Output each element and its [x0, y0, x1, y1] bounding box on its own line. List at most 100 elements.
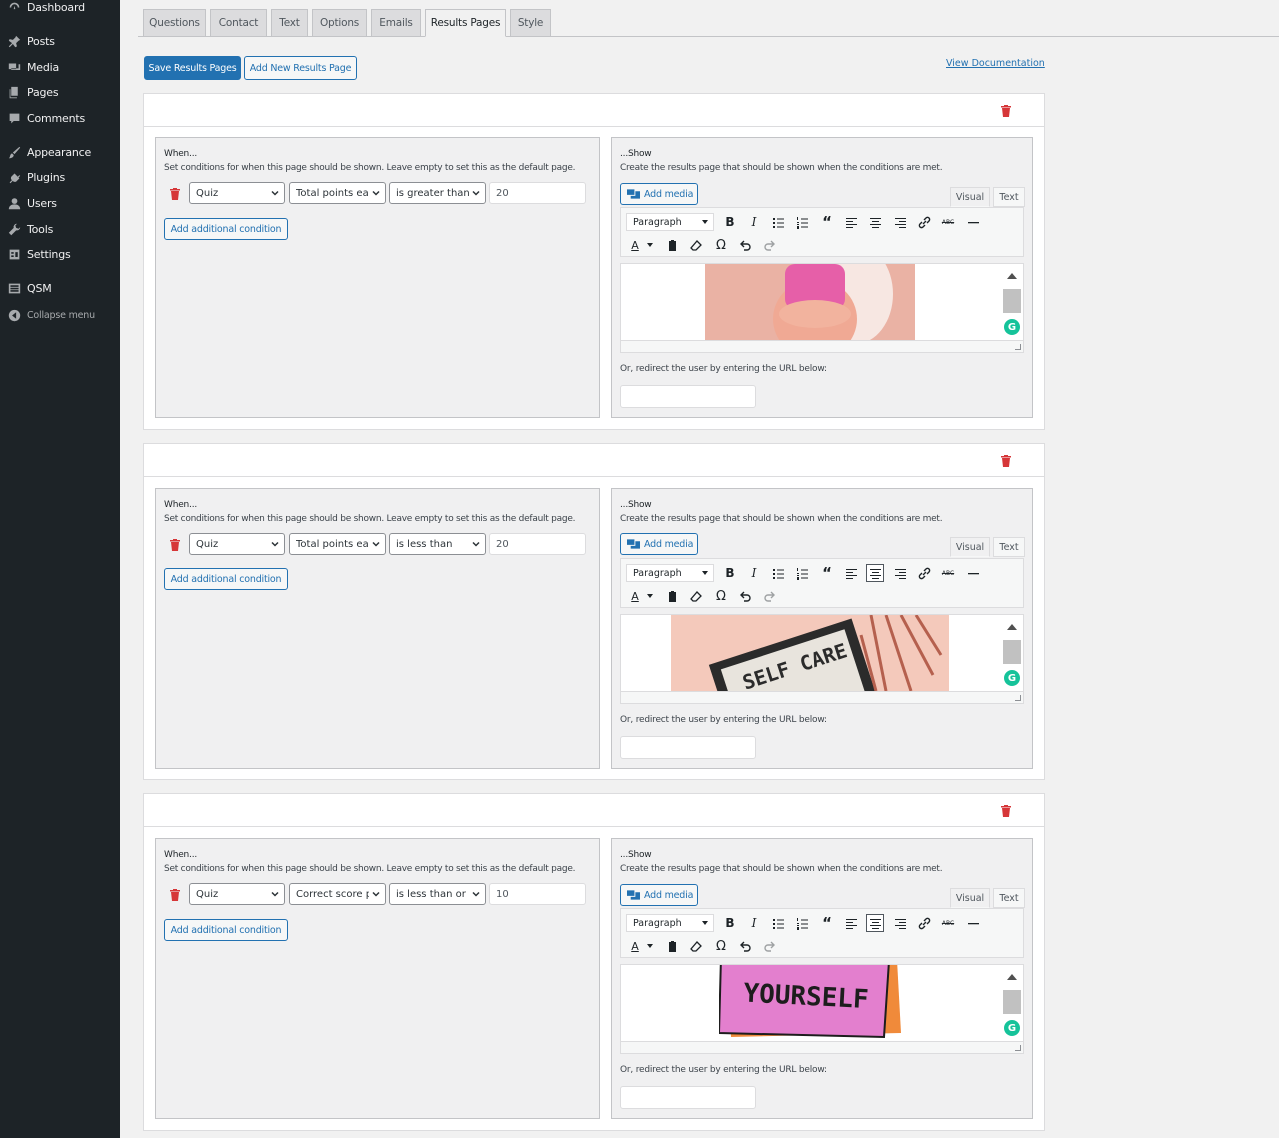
- chevron-down-icon[interactable]: [641, 236, 659, 254]
- redo-icon[interactable]: [760, 587, 778, 605]
- format-select[interactable]: Paragraph: [626, 213, 714, 231]
- align-right-icon[interactable]: [891, 564, 909, 582]
- numbered-list-icon[interactable]: [793, 914, 811, 932]
- bullet-list-icon[interactable]: [769, 213, 787, 231]
- condition-scope-select[interactable]: Quiz: [189, 883, 285, 905]
- align-right-icon[interactable]: [891, 213, 909, 231]
- add-condition-button[interactable]: Add additional condition: [164, 919, 288, 941]
- scroll-thumb[interactable]: [1003, 990, 1021, 1014]
- redo-icon[interactable]: [760, 236, 778, 254]
- quote-icon[interactable]: “: [818, 213, 836, 231]
- menu-pages[interactable]: Pages: [0, 81, 120, 103]
- visual-tab[interactable]: Visual: [950, 537, 990, 557]
- grammarly-icon[interactable]: G: [1004, 670, 1020, 686]
- condition-metric-select[interactable]: Total points earned: [289, 533, 386, 555]
- menu-plugins[interactable]: Plugins: [0, 166, 120, 188]
- undo-icon[interactable]: [736, 937, 754, 955]
- special-character-icon[interactable]: Ω: [712, 587, 730, 605]
- italic-icon[interactable]: I: [745, 914, 763, 932]
- link-icon[interactable]: [915, 564, 933, 582]
- format-select[interactable]: Paragraph: [626, 564, 714, 582]
- condition-scope-select[interactable]: Quiz: [189, 182, 285, 204]
- italic-icon[interactable]: I: [745, 213, 763, 231]
- format-select[interactable]: Paragraph: [626, 914, 714, 932]
- delete-condition-icon[interactable]: [170, 188, 180, 200]
- menu-media[interactable]: Media: [0, 56, 120, 78]
- save-results-pages-button[interactable]: Save Results Pages: [144, 56, 241, 80]
- chevron-down-icon[interactable]: [641, 587, 659, 605]
- italic-icon[interactable]: I: [745, 564, 763, 582]
- undo-icon[interactable]: [736, 236, 754, 254]
- collapse-menu-button[interactable]: Collapse menu: [0, 304, 120, 326]
- condition-metric-select[interactable]: Total points earned: [289, 182, 386, 204]
- bold-icon[interactable]: B: [721, 213, 739, 231]
- align-left-icon[interactable]: [842, 564, 860, 582]
- resize-handle-icon[interactable]: [1015, 1045, 1021, 1051]
- condition-value-input[interactable]: 20: [489, 182, 586, 204]
- paste-text-icon[interactable]: [663, 587, 681, 605]
- link-icon[interactable]: [915, 914, 933, 932]
- menu-users[interactable]: Users: [0, 192, 120, 214]
- align-center-icon[interactable]: [866, 213, 884, 231]
- bullet-list-icon[interactable]: [769, 564, 787, 582]
- menu-comments[interactable]: Comments: [0, 107, 120, 129]
- visual-tab[interactable]: Visual: [950, 187, 990, 207]
- visual-tab[interactable]: Visual: [950, 888, 990, 908]
- strikethrough-icon[interactable]: ABC: [939, 564, 957, 582]
- link-icon[interactable]: [915, 213, 933, 231]
- condition-metric-select[interactable]: Correct score percentage: [289, 883, 386, 905]
- tab-options[interactable]: Options: [312, 9, 367, 37]
- add-new-results-page-button[interactable]: Add New Results Page: [244, 56, 357, 80]
- delete-page-icon[interactable]: [1001, 805, 1011, 817]
- tab-style[interactable]: Style: [510, 9, 551, 37]
- special-character-icon[interactable]: Ω: [712, 236, 730, 254]
- tab-questions[interactable]: Questions: [143, 9, 206, 37]
- scroll-thumb[interactable]: [1003, 640, 1021, 664]
- add-condition-button[interactable]: Add additional condition: [164, 218, 288, 240]
- resize-handle-icon[interactable]: [1015, 695, 1021, 701]
- horizontal-rule-icon[interactable]: [964, 213, 982, 231]
- add-media-button[interactable]: Add media: [620, 884, 698, 906]
- view-documentation-link[interactable]: View Documentation: [946, 58, 1045, 69]
- chevron-down-icon[interactable]: [641, 937, 659, 955]
- condition-operator-select[interactable]: is greater than: [389, 182, 486, 204]
- tab-text[interactable]: Text: [271, 9, 308, 37]
- condition-operator-select[interactable]: is less than or equal to: [389, 883, 486, 905]
- numbered-list-icon[interactable]: [793, 213, 811, 231]
- condition-operator-select[interactable]: is less than: [389, 533, 486, 555]
- menu-dashboard[interactable]: Dashboard: [0, 0, 120, 18]
- content-editor[interactable]: SELF CARE G: [620, 614, 1024, 704]
- delete-page-icon[interactable]: [1001, 455, 1011, 467]
- condition-scope-select[interactable]: Quiz: [189, 533, 285, 555]
- menu-posts[interactable]: Posts: [0, 30, 120, 52]
- strikethrough-icon[interactable]: ABC: [939, 914, 957, 932]
- delete-page-icon[interactable]: [1001, 105, 1011, 117]
- grammarly-icon[interactable]: G: [1004, 319, 1020, 335]
- menu-appearance[interactable]: Appearance: [0, 141, 120, 163]
- align-center-icon[interactable]: [866, 914, 884, 932]
- text-tab[interactable]: Text: [993, 888, 1025, 908]
- condition-value-input[interactable]: 20: [489, 533, 586, 555]
- tab-contact[interactable]: Contact: [210, 9, 267, 37]
- delete-condition-icon[interactable]: [170, 539, 180, 551]
- add-media-button[interactable]: Add media: [620, 533, 698, 555]
- tab-emails[interactable]: Emails: [371, 9, 421, 37]
- redirect-url-input[interactable]: [620, 1086, 756, 1109]
- undo-icon[interactable]: [736, 587, 754, 605]
- paste-text-icon[interactable]: [663, 236, 681, 254]
- content-editor[interactable]: YOURSELF G: [620, 964, 1024, 1054]
- add-media-button[interactable]: Add media: [620, 183, 698, 205]
- special-character-icon[interactable]: Ω: [712, 937, 730, 955]
- redo-icon[interactable]: [760, 937, 778, 955]
- condition-value-input[interactable]: 10: [489, 883, 586, 905]
- scroll-up-icon[interactable]: [1007, 974, 1017, 980]
- redirect-url-input[interactable]: [620, 736, 756, 759]
- clear-formatting-icon[interactable]: [687, 937, 705, 955]
- bullet-list-icon[interactable]: [769, 914, 787, 932]
- text-tab[interactable]: Text: [993, 537, 1025, 557]
- tab-results-pages[interactable]: Results Pages: [425, 9, 506, 37]
- paste-text-icon[interactable]: [663, 937, 681, 955]
- strikethrough-icon[interactable]: ABC: [939, 213, 957, 231]
- horizontal-rule-icon[interactable]: [964, 914, 982, 932]
- clear-formatting-icon[interactable]: [687, 587, 705, 605]
